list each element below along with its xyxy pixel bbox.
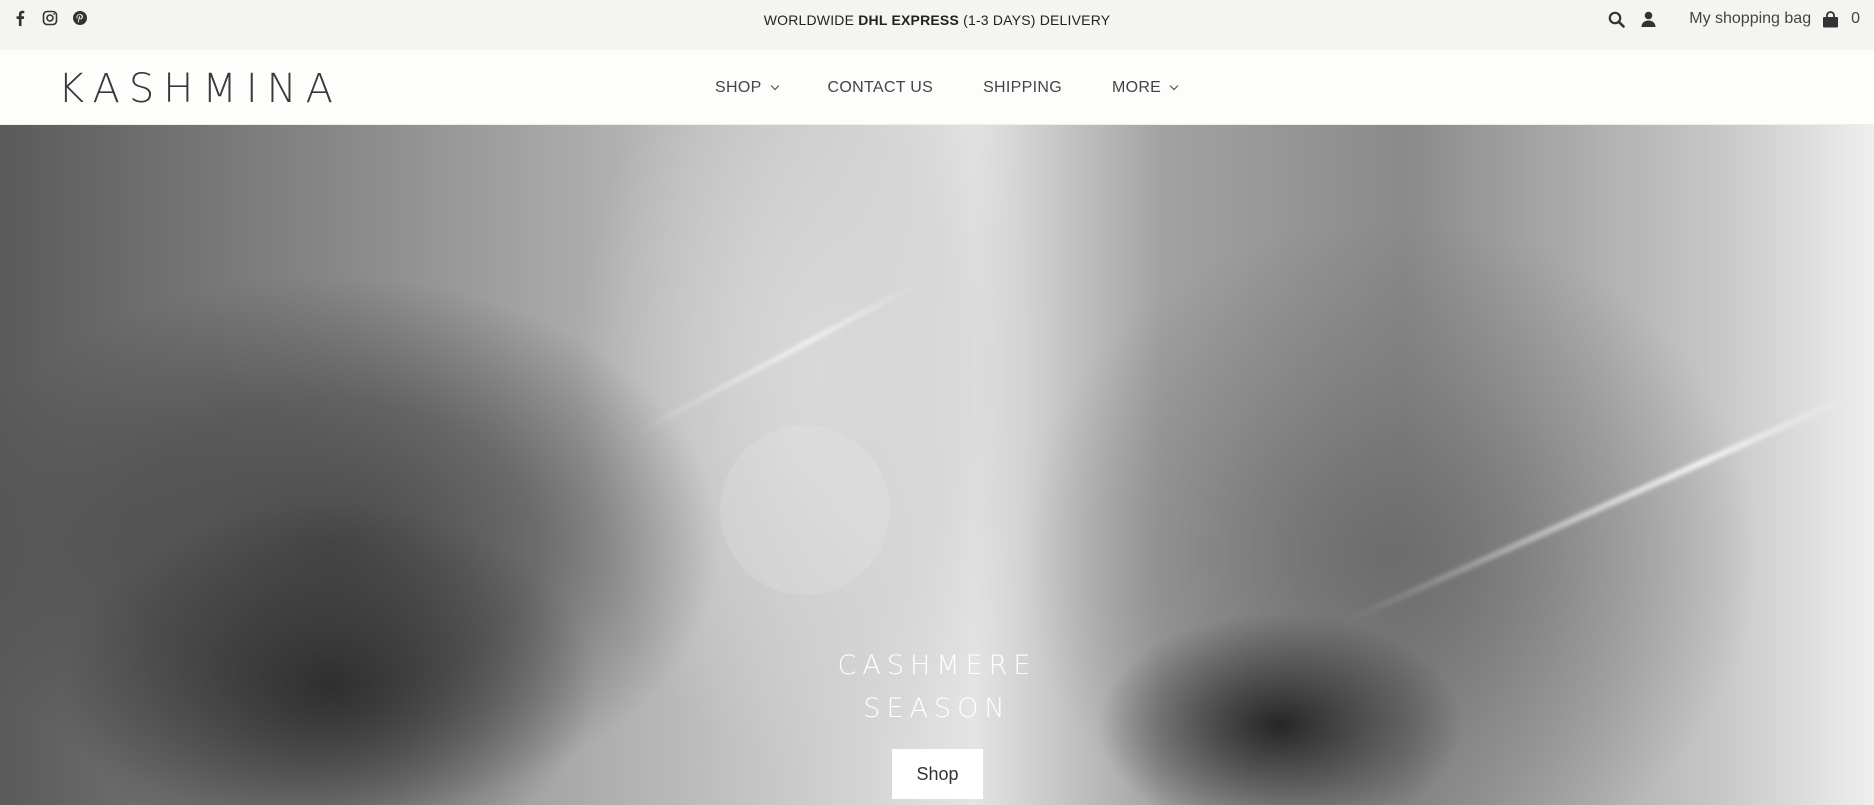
search-icon[interactable] [1607,10,1625,28]
nav-item-label: MORE [1111,79,1162,96]
announcement-bold: DHL EXPRESS [858,12,959,28]
hero-title-line1: CASHMERE [837,650,1037,681]
nav-item-label: SHIPPING [983,79,1062,96]
announcement-prefix: WORLDWIDE [763,12,859,28]
nav-item-more[interactable]: MORE [1111,79,1179,97]
shop-button[interactable]: Shop [892,749,983,799]
hero-banner: CASHMERE SEASON Shop [0,125,1874,805]
main-nav: SHOP CONTACT US SHIPPING MORE [715,79,1179,97]
hero-light-orb [720,425,890,595]
nav-item-contact-us[interactable]: CONTACT US [828,79,934,97]
announcement-bar: WORLDWIDE DHL EXPRESS (1-3 DAYS) DELIVER… [0,0,1874,50]
hero-light-flare [637,280,923,434]
chevron-down-icon [770,81,779,91]
nav-item-shop[interactable]: SHOP [715,79,779,97]
nav-item-label: SHOP [715,79,762,96]
hero-title-line2: SEASON [863,693,1011,724]
site-logo[interactable]: KASHMINA [58,66,342,112]
announcement-text: WORLDWIDE DHL EXPRESS (1-3 DAYS) DELIVER… [0,12,1874,28]
shopping-bag-icon [1821,10,1839,28]
shopping-bag-link[interactable]: My shopping bag 0 [1689,10,1860,28]
account-icon[interactable] [1639,10,1657,28]
announcement-suffix: (1-3 DAYS) DELIVERY [959,12,1111,28]
nav-item-shipping[interactable]: SHIPPING [983,79,1062,97]
bag-count: 0 [1851,10,1860,27]
site-header: KASHMINA SHOP CONTACT US SHIPPING MORE [0,50,1874,125]
chevron-down-icon [1169,81,1179,91]
shopping-bag-label: My shopping bag [1689,10,1812,27]
utility-links: My shopping bag 0 [1607,10,1860,28]
nav-item-label: CONTACT US [827,79,934,96]
